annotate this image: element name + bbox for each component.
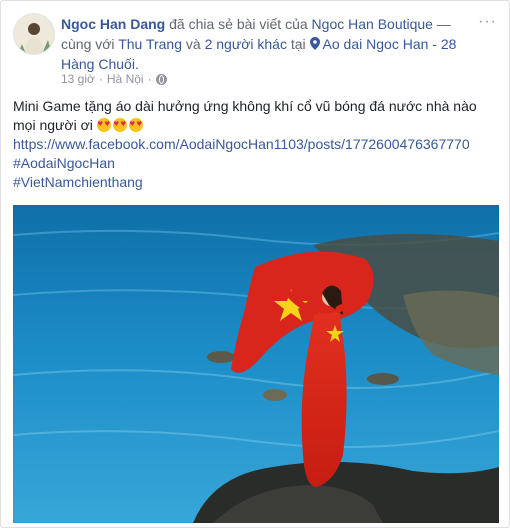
heart-eyes-emoji-icon [112, 118, 127, 132]
post-text-line-2-text: mọi người ơi [13, 117, 97, 133]
at-text: tại [286, 36, 310, 52]
photo-scene [13, 205, 499, 523]
shared-text: đã chia sẻ bài viết của [165, 16, 312, 32]
location-pin-icon [309, 37, 320, 50]
post-photo[interactable] [13, 205, 499, 523]
globe-icon[interactable] [155, 73, 167, 85]
post-card: Ngoc Han Dang đã chia sẻ bài viết của Ng… [0, 0, 510, 528]
post-text-line-1: Mini Game tặng áo dài hưởng ứng không kh… [13, 98, 477, 114]
heart-eyes-emoji-icon [96, 118, 111, 132]
others-link[interactable]: 2 người khác [205, 36, 287, 52]
post-location[interactable]: Hà Nội [107, 71, 144, 87]
page-name-link[interactable]: Ngoc Han Boutique [312, 16, 433, 32]
hashtag-aodaingochan[interactable]: #AodaiNgocHan [13, 154, 497, 173]
post-text-line-2: mọi người ơi [13, 116, 497, 135]
heart-eyes-emoji-icon [128, 118, 143, 132]
tagged-friend-link[interactable]: Thu Trang [118, 36, 182, 52]
hashtag-vietnamchienthang[interactable]: #VietNamchienthang [13, 173, 497, 192]
post-header: Ngoc Han Dang đã chia sẻ bài viết của Ng… [61, 14, 469, 74]
meta-separator-2: · [147, 72, 152, 86]
meta-separator: · [98, 72, 103, 86]
post-meta: 13 giờ · Hà Nội · [61, 71, 167, 87]
post-body: Mini Game tặng áo dài hưởng ứng không kh… [13, 97, 497, 192]
more-options-button[interactable]: ··· [478, 13, 497, 31]
post-url-link[interactable]: https://www.facebook.com/AodaiNgocHan110… [13, 135, 497, 154]
author-avatar[interactable] [13, 13, 55, 55]
author-name-link[interactable]: Ngoc Han Dang [61, 16, 165, 32]
and-text: và [182, 36, 205, 52]
post-time-link[interactable]: 13 giờ [61, 71, 95, 87]
